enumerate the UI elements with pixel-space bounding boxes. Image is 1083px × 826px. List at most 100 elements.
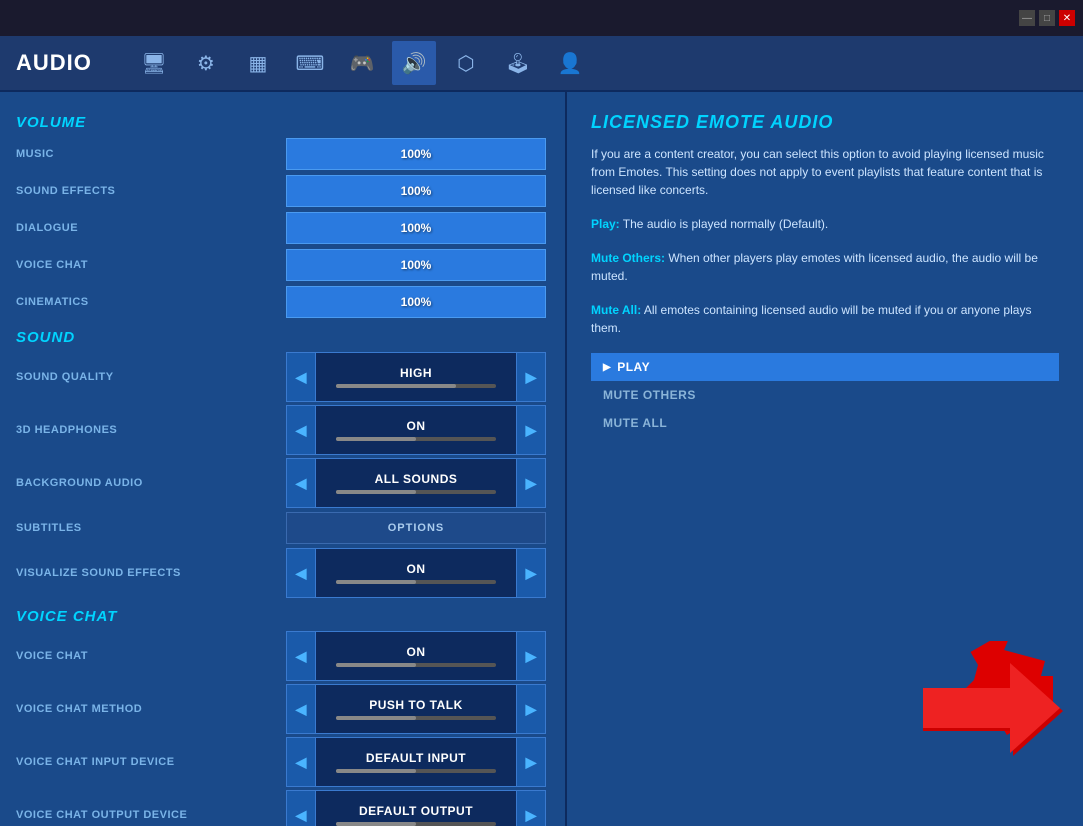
voice-chat-vol-control[interactable]: 100% xyxy=(286,249,549,281)
voice-chat-method-left-arrow[interactable]: ◀ xyxy=(286,684,316,734)
voice-chat-output-right-arrow[interactable]: ▶ xyxy=(516,790,546,826)
voice-chat-control: ◀ On ▶ xyxy=(286,631,549,681)
right-panel-mute-others-desc: Mute Others: When other players play emo… xyxy=(591,249,1059,285)
voice-chat-method-slider xyxy=(336,716,496,720)
visualize-sound-arrow-control: ◀ On ▶ xyxy=(286,548,546,598)
voice-chat-volume-bar[interactable]: 100% xyxy=(286,249,546,281)
sound-quality-arrow-control: ◀ High ▶ xyxy=(286,352,546,402)
header: Audio 🖥 ⚙ ▦ ⌨ 🎮 🔊 ⬡ 🕹 👤 xyxy=(0,36,1083,92)
voice-chat-method-control: ◀ Push To Talk ▶ xyxy=(286,684,549,734)
music-control[interactable]: 100% xyxy=(286,138,549,170)
right-panel-mute-all-desc: Mute All: All emotes containing licensed… xyxy=(591,301,1059,337)
subtitles-options-btn[interactable]: Options xyxy=(286,512,546,544)
minimize-button[interactable]: — xyxy=(1019,10,1035,26)
mute-others-label: Mute Others: xyxy=(591,251,665,265)
voice-chat-input-arrow-control: ◀ Default Input ▶ xyxy=(286,737,546,787)
voice-chat-left-arrow[interactable]: ◀ xyxy=(286,631,316,681)
right-panel-title: Licensed Emote Audio xyxy=(591,112,1059,133)
background-audio-arrow-control: ◀ All Sounds ▶ xyxy=(286,458,546,508)
setting-row-sound-effects: Sound Effects 100% xyxy=(16,174,549,208)
voice-chat-input-right-arrow[interactable]: ▶ xyxy=(516,737,546,787)
voice-chat-output-value: Default Output xyxy=(359,804,473,818)
visualize-sound-value: On xyxy=(407,562,426,576)
subtitles-control[interactable]: Options xyxy=(286,512,549,544)
maximize-button[interactable]: □ xyxy=(1039,10,1055,26)
sound-section-header: Sound xyxy=(16,329,549,346)
3d-headphones-control: ◀ On ▶ xyxy=(286,405,549,455)
voice-chat-slider xyxy=(336,663,496,667)
right-panel: Licensed Emote Audio If you are a conten… xyxy=(565,92,1083,826)
visualize-sound-left-arrow[interactable]: ◀ xyxy=(286,548,316,598)
voice-chat-output-left-arrow[interactable]: ◀ xyxy=(286,790,316,826)
voice-chat-label: Voice Chat xyxy=(16,650,286,662)
3d-headphones-value: On xyxy=(407,419,426,433)
option-mute-all[interactable]: Mute All xyxy=(591,409,1059,437)
3d-headphones-right-arrow[interactable]: ▶ xyxy=(516,405,546,455)
voice-chat-right-arrow[interactable]: ▶ xyxy=(516,631,546,681)
right-panel-play-desc: Play: The audio is played normally (Defa… xyxy=(591,215,1059,233)
voice-chat-value: On xyxy=(407,645,426,659)
music-volume-bar[interactable]: 100% xyxy=(286,138,546,170)
cinematics-volume-bar[interactable]: 100% xyxy=(286,286,546,318)
visualize-sound-label: Visualize Sound Effects xyxy=(16,567,286,579)
visualize-sound-slider xyxy=(336,580,496,584)
cinematics-control[interactable]: 100% xyxy=(286,286,549,318)
nav-controller-alt-icon[interactable]: ▦ xyxy=(236,41,280,85)
red-arrow-annotation xyxy=(933,641,1053,746)
visualize-sound-right-arrow[interactable]: ▶ xyxy=(516,548,546,598)
cinematics-label: Cinematics xyxy=(16,296,286,308)
voice-chat-input-label: Voice Chat Input Device xyxy=(16,756,286,768)
setting-row-background-audio: Background Audio ◀ All Sounds ▶ xyxy=(16,458,549,508)
voice-chat-method-label: Voice Chat Method xyxy=(16,703,286,715)
red-arrow-indicator xyxy=(923,656,1063,766)
dialogue-volume-bar[interactable]: 100% xyxy=(286,212,546,244)
voice-chat-output-slider xyxy=(336,822,496,826)
setting-row-voice-chat-vol: Voice Chat 100% xyxy=(16,248,549,282)
voice-chat-input-slider xyxy=(336,769,496,773)
nav-account-icon[interactable]: 👤 xyxy=(548,41,592,85)
background-audio-right-arrow[interactable]: ▶ xyxy=(516,458,546,508)
nav-icons: 🖥 ⚙ ▦ ⌨ 🎮 🔊 ⬡ 🕹 👤 xyxy=(132,41,592,85)
setting-row-cinematics: Cinematics 100% xyxy=(16,285,549,319)
setting-row-visualize-sound: Visualize Sound Effects ◀ On ▶ xyxy=(16,548,549,598)
sound-quality-left-arrow[interactable]: ◀ xyxy=(286,352,316,402)
sound-effects-control[interactable]: 100% xyxy=(286,175,549,207)
nav-gamepad-icon[interactable]: 🎮 xyxy=(340,41,384,85)
voice-chat-method-right-arrow[interactable]: ▶ xyxy=(516,684,546,734)
dialogue-control[interactable]: 100% xyxy=(286,212,549,244)
sound-quality-right-arrow[interactable]: ▶ xyxy=(516,352,546,402)
voice-chat-output-control: ◀ Default Output ▶ xyxy=(286,790,549,826)
nav-display-icon[interactable]: 🖥 xyxy=(132,41,176,85)
sound-quality-value: High xyxy=(400,366,432,380)
music-label: Music xyxy=(16,148,286,160)
main-content: Volume Music 100% Sound Effects 100% Dia… xyxy=(0,92,1083,826)
nav-audio-icon[interactable]: 🔊 xyxy=(392,41,436,85)
setting-row-dialogue: Dialogue 100% xyxy=(16,211,549,245)
sound-quality-value-box: High xyxy=(316,352,516,402)
voice-chat-input-left-arrow[interactable]: ◀ xyxy=(286,737,316,787)
sound-effects-label: Sound Effects xyxy=(16,185,286,197)
background-audio-value-box: All Sounds xyxy=(316,458,516,508)
background-audio-value: All Sounds xyxy=(375,472,458,486)
nav-keyboard-icon[interactable]: ⌨ xyxy=(288,41,332,85)
subtitles-label: Subtitles xyxy=(16,522,286,534)
voice-chat-value-box: On xyxy=(316,631,516,681)
setting-row-voice-chat: Voice Chat ◀ On ▶ xyxy=(16,631,549,681)
3d-headphones-left-arrow[interactable]: ◀ xyxy=(286,405,316,455)
nav-network-icon[interactable]: ⬡ xyxy=(444,41,488,85)
sound-effects-volume-bar[interactable]: 100% xyxy=(286,175,546,207)
close-button[interactable]: ✕ xyxy=(1059,10,1075,26)
option-play[interactable]: Play xyxy=(591,353,1059,381)
voice-chat-output-arrow-control: ◀ Default Output ▶ xyxy=(286,790,546,826)
background-audio-slider xyxy=(336,490,496,494)
option-mute-others[interactable]: Mute Others xyxy=(591,381,1059,409)
background-audio-left-arrow[interactable]: ◀ xyxy=(286,458,316,508)
setting-row-voice-chat-output: Voice Chat Output Device ◀ Default Outpu… xyxy=(16,790,549,826)
nav-settings-icon[interactable]: ⚙ xyxy=(184,41,228,85)
page-title: Audio xyxy=(16,50,92,76)
sound-quality-control: ◀ High ▶ xyxy=(286,352,549,402)
dialogue-label: Dialogue xyxy=(16,222,286,234)
nav-joystick-icon[interactable]: 🕹 xyxy=(496,41,540,85)
licensed-emote-option-list: Play Mute Others Mute All xyxy=(591,353,1059,437)
sound-quality-slider xyxy=(336,384,496,388)
